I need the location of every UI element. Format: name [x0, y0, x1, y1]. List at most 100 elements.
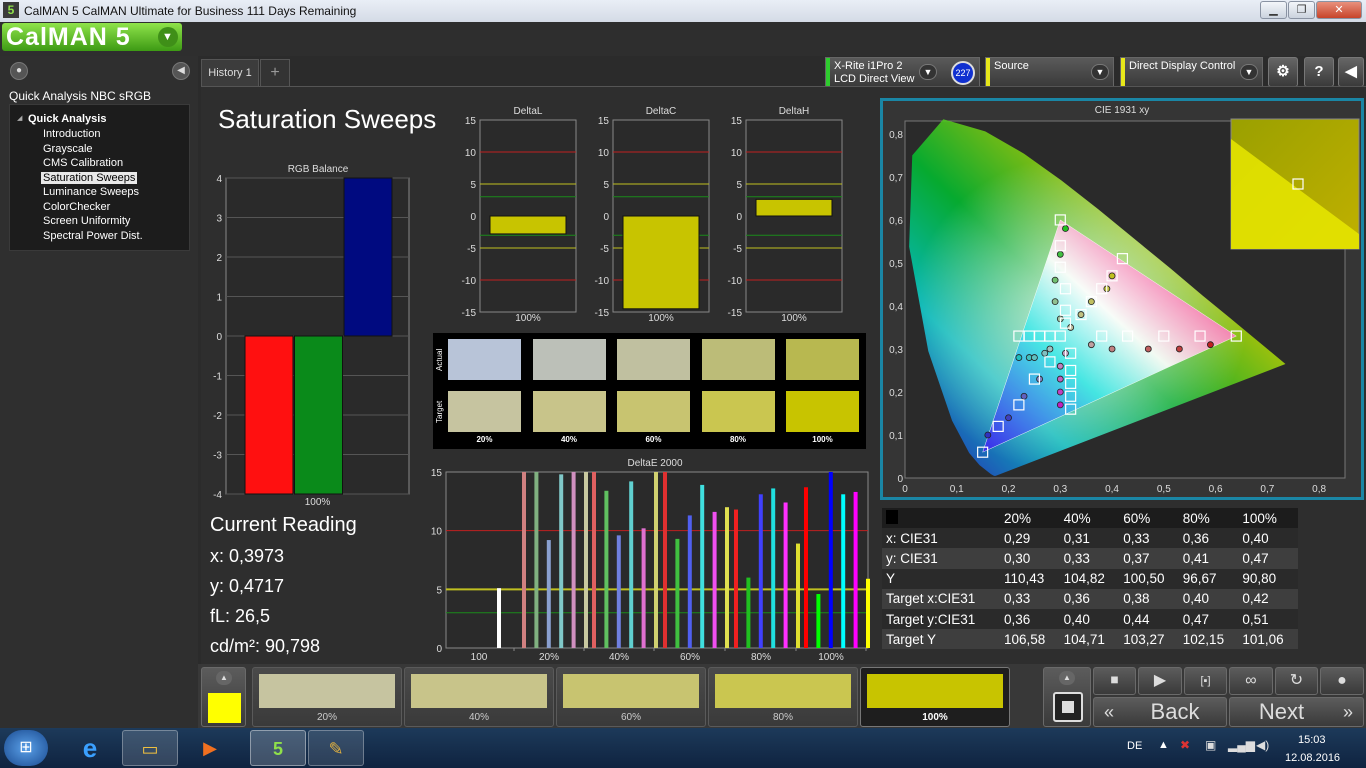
table-cell: 0,29: [1000, 528, 1060, 549]
start-button[interactable]: ⊞: [4, 730, 48, 766]
deltae-bar: [534, 472, 539, 648]
add-tab-button[interactable]: +: [260, 59, 290, 86]
deltae-bar: [853, 491, 858, 648]
windows-icon: ⊞: [19, 739, 33, 756]
deltae-bar: [771, 488, 776, 648]
row-label: y: CIE31: [882, 548, 1000, 569]
chevron-down-icon[interactable]: ▼: [158, 27, 178, 47]
tree-item-cms-calibration[interactable]: CMS Calibration: [41, 157, 125, 169]
target-swatch: [448, 391, 521, 432]
internet-explorer-icon[interactable]: e: [62, 730, 118, 766]
chevron-down-icon[interactable]: ▼: [1091, 64, 1109, 80]
patch-button[interactable]: 40%: [404, 667, 554, 727]
chevron-down-icon[interactable]: ▼: [919, 64, 937, 80]
tree-item-grayscale[interactable]: Grayscale: [41, 143, 95, 155]
refresh-button[interactable]: ↻: [1275, 667, 1318, 695]
stop-measure-button[interactable]: ⏹: [1093, 667, 1136, 695]
y-tick-label: 0,7: [889, 173, 903, 184]
y-tick-label: -5: [600, 244, 609, 255]
deltae-bar: [796, 543, 800, 648]
active-color-panel[interactable]: ▲: [201, 667, 246, 727]
device-icon[interactable]: ▣: [1205, 738, 1216, 752]
stop-icon[interactable]: [1053, 692, 1083, 722]
pin-icon[interactable]: ●: [10, 62, 28, 80]
actual-row-label: Actual: [435, 348, 444, 371]
meter-selector[interactable]: X-Rite i1Pro 2 LCD Direct View ▼ 227: [825, 57, 980, 87]
tree-item-screen-uniformity[interactable]: Screen Uniformity: [41, 215, 132, 227]
source-selector[interactable]: Source ▼: [985, 57, 1114, 87]
maximize-icon[interactable]: ❐: [1288, 1, 1315, 19]
table-cell: 0,44: [1119, 608, 1179, 630]
table-row: Target x:CIE31 0,33 0,36 0,38 0,40 0,42: [882, 588, 1298, 609]
patch-color: [715, 674, 851, 708]
y-tick-label: 15: [431, 468, 443, 479]
patch-button[interactable]: 20%: [252, 667, 402, 727]
patch-button[interactable]: 60%: [556, 667, 706, 727]
measured-point: [1056, 250, 1064, 258]
deltae-bar: [804, 487, 808, 648]
delta-c-chart: 15 10 5 0 -5 -10 -15 100%: [595, 116, 710, 324]
deltae-bar: [629, 481, 634, 648]
network-error-icon[interactable]: ✖: [1180, 738, 1190, 752]
close-icon[interactable]: ✕: [1316, 1, 1362, 19]
signal-icon[interactable]: ▂▄▆: [1228, 738, 1255, 752]
reading-y: y: 0,4717: [210, 576, 285, 596]
x-tick-label: 0,3: [1053, 484, 1067, 495]
next-button[interactable]: Next »: [1229, 697, 1364, 727]
table-cell: 104,82: [1059, 568, 1120, 589]
file-explorer-icon[interactable]: ▭: [122, 730, 178, 766]
tree-item-introduction[interactable]: Introduction: [41, 128, 102, 140]
deltae-bar: [522, 472, 526, 648]
y-tick-label: 4: [216, 174, 222, 185]
paint-icon[interactable]: ✎: [308, 730, 364, 766]
tree-item-spectral-power[interactable]: Spectral Power Dist.: [41, 230, 145, 242]
page-title: Saturation Sweeps: [218, 104, 437, 134]
tree-root[interactable]: Quick Analysis: [28, 113, 106, 125]
patch-button[interactable]: 80%: [708, 667, 858, 727]
cie-diagram-panel[interactable]: CIE 1931 xy 0 0,1 0,2 0,3 0,4 0,5 0,6 0,7 0,8 0,8…: [880, 98, 1364, 500]
media-player-icon[interactable]: ▶: [182, 730, 238, 766]
deltae-bar: [592, 472, 596, 648]
y-tick-label: -15: [595, 308, 610, 319]
back-button[interactable]: « Back: [1093, 697, 1227, 727]
read-series-button[interactable]: [▪]: [1184, 667, 1227, 695]
tree-item-luminance-sweeps[interactable]: Luminance Sweeps: [41, 186, 141, 198]
show-hidden-icons-icon[interactable]: ▲: [1158, 739, 1169, 751]
meter-badge[interactable]: 227: [951, 61, 975, 85]
chevron-up-icon[interactable]: ▲: [1059, 671, 1075, 685]
tree-item-saturation-sweeps[interactable]: Saturation Sweeps: [41, 171, 138, 184]
collapse-right-icon[interactable]: ◀: [1338, 57, 1364, 87]
clock-time[interactable]: 15:03: [1298, 734, 1326, 746]
display-status-stripe: [1121, 58, 1125, 86]
patch-button[interactable]: 100%: [860, 667, 1010, 727]
collapse-left-icon[interactable]: ◀: [172, 62, 190, 80]
chevron-down-icon[interactable]: ▼: [1240, 64, 1258, 80]
expand-icon[interactable]: ◢: [17, 114, 22, 122]
x-tick-label: 100: [471, 652, 488, 663]
cie-chart: 0 0,1 0,2 0,3 0,4 0,5 0,6 0,7 0,8 0,8 0,7 0,6 0,5 0,4…: [889, 118, 1360, 495]
chevron-up-icon[interactable]: ▲: [216, 671, 232, 685]
language-indicator[interactable]: DE: [1127, 740, 1142, 752]
minimize-icon[interactable]: ▁: [1260, 1, 1287, 19]
options-button[interactable]: ●: [1320, 667, 1364, 695]
measured-point: [1051, 276, 1059, 284]
display-selector[interactable]: Direct Display Control ▼: [1120, 57, 1263, 87]
help-icon[interactable]: ?: [1304, 57, 1334, 87]
tab-history-1[interactable]: History 1: [201, 59, 259, 86]
continuous-button[interactable]: ∞: [1229, 667, 1273, 695]
clock-date[interactable]: 12.08.2016: [1285, 752, 1340, 764]
stop-panel[interactable]: ▲: [1043, 667, 1091, 727]
tree-item-colorchecker[interactable]: ColorChecker: [41, 201, 112, 213]
play-button[interactable]: ▶: [1138, 667, 1182, 695]
workflow-title: Quick Analysis NBC sRGB: [9, 89, 152, 103]
measured-point: [1005, 414, 1012, 422]
settings-gear-icon[interactable]: ⚙: [1268, 57, 1298, 87]
table-cell: 0,42: [1238, 588, 1298, 609]
calman-taskbar-icon[interactable]: 5: [250, 730, 306, 766]
measured-point: [1108, 272, 1116, 280]
volume-icon[interactable]: ◀): [1256, 738, 1269, 752]
calman-logo[interactable]: CalMAN 5 ▼: [2, 23, 182, 51]
back-label: Back: [1150, 699, 1200, 724]
x-tick-label: 20%: [539, 652, 559, 663]
y-tick-label: 5: [736, 180, 742, 191]
